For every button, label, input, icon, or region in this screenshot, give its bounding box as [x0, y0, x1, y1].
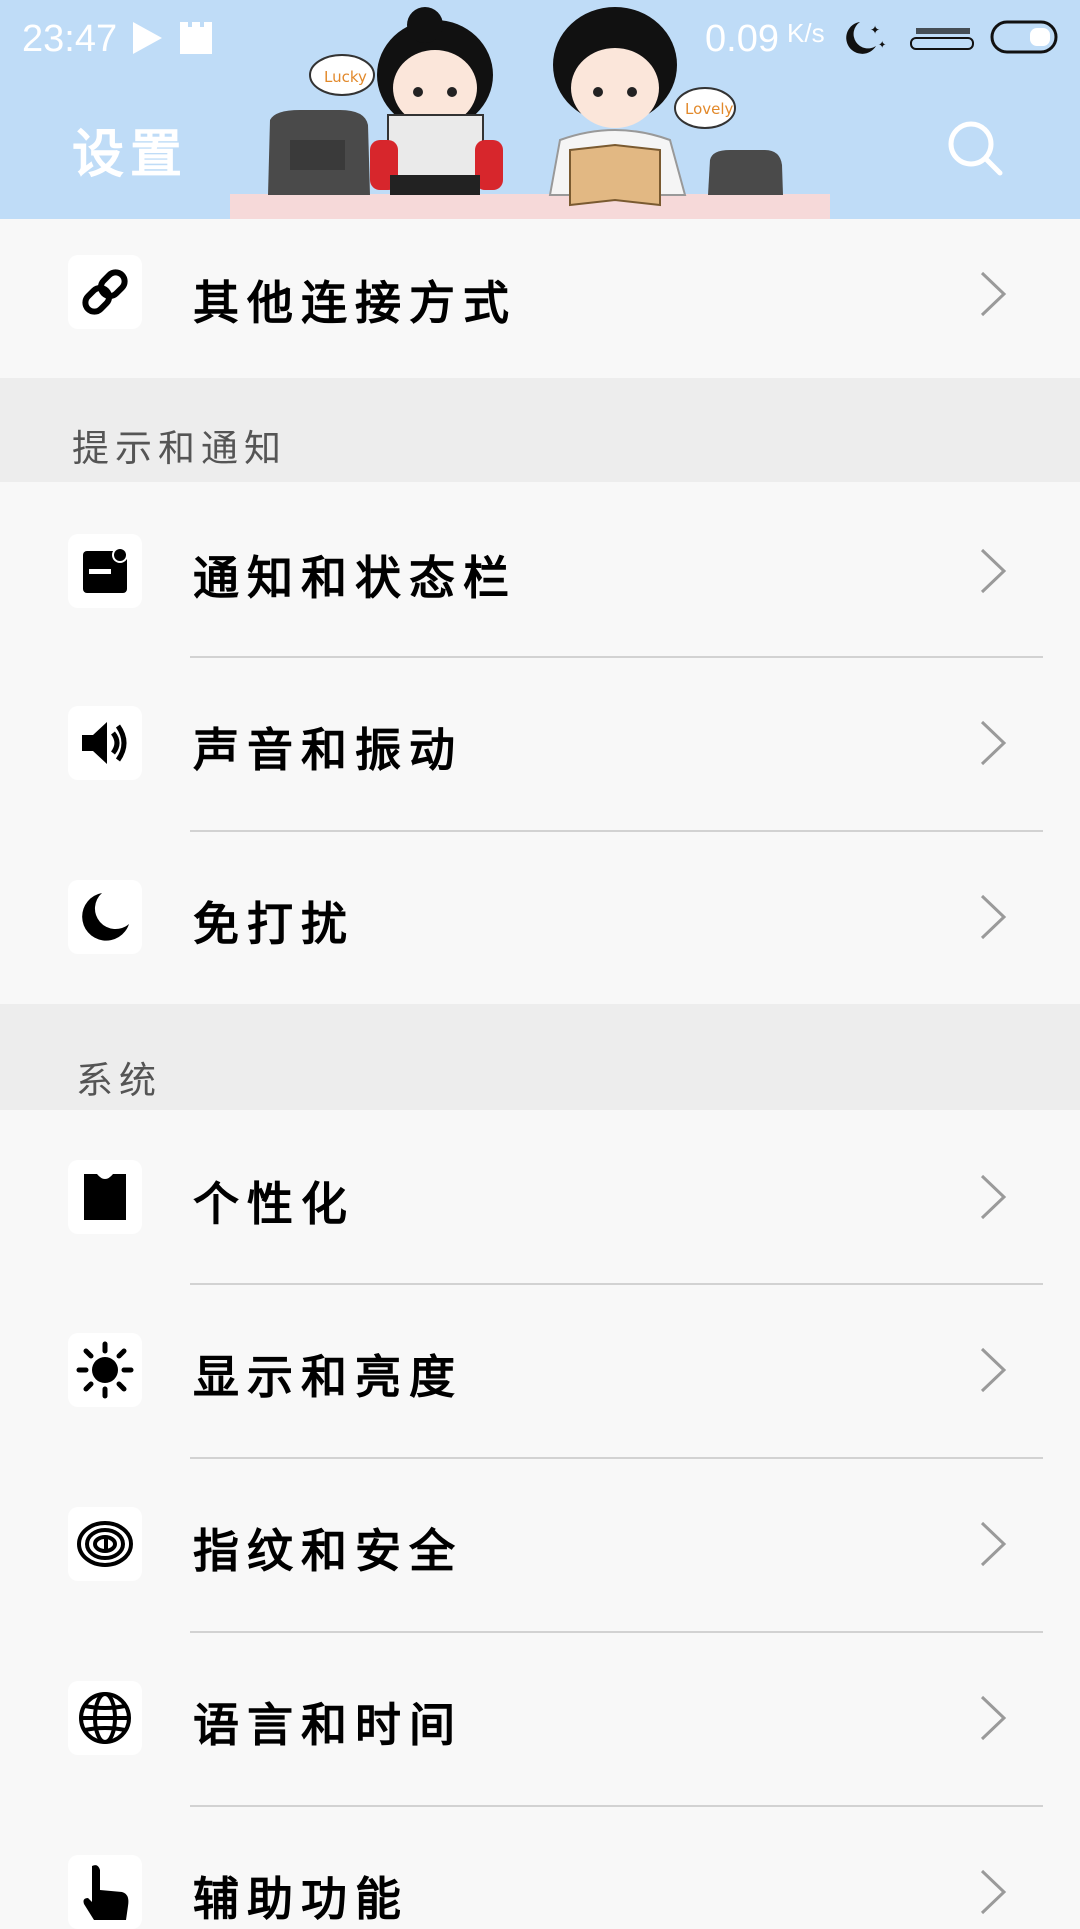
row-display[interactable]: 显示和亮度 — [0, 1285, 1080, 1457]
moon-icon — [68, 880, 142, 954]
row-sound[interactable]: 声音和振动 — [0, 658, 1080, 830]
hand-icon — [68, 1855, 142, 1929]
link-icon — [68, 255, 142, 329]
chevron-right-icon — [980, 1347, 1007, 1393]
section-title-notify: 提示和通知 — [72, 427, 287, 470]
section-header-notify: 提示和通知 — [0, 378, 1080, 482]
chevron-right-icon — [980, 720, 1007, 766]
battery-icon — [990, 20, 1058, 54]
sd-card-icon — [180, 22, 212, 54]
globe-icon — [68, 1681, 142, 1755]
row-label-sound: 声音和振动 — [193, 723, 463, 777]
chevron-right-icon — [980, 894, 1007, 940]
chevron-right-icon — [980, 271, 1007, 317]
row-label-language: 语言和时间 — [193, 1698, 463, 1752]
row-label-personalize: 个性化 — [193, 1177, 355, 1231]
svg-text:✦: ✦ — [870, 23, 880, 37]
page-title: 设置 — [72, 124, 189, 185]
moon-stars-icon: ✦ ✦ — [846, 22, 886, 54]
play-icon — [133, 22, 162, 54]
row-label-accessibility: 辅助功能 — [193, 1872, 409, 1926]
status-time: 23:47 — [22, 18, 118, 60]
row-label-fingerprint: 指纹和安全 — [193, 1524, 463, 1578]
section-header-system: 系统 — [0, 1004, 1080, 1110]
lovely-bubble-text: Lovely — [685, 100, 734, 118]
net-speed-unit: K/s — [787, 18, 825, 48]
row-personalize[interactable]: 个性化 — [0, 1110, 1080, 1284]
sun-icon — [68, 1333, 142, 1407]
header: Lucky Lovely 23:47 0.09 K/s ✦ ✦ 设置 — [0, 0, 1080, 219]
chevron-right-icon — [980, 1174, 1007, 1220]
chevron-right-icon — [980, 1869, 1007, 1915]
chevron-right-icon — [980, 548, 1007, 594]
speaker-icon — [68, 706, 142, 780]
row-label-dnd: 免打扰 — [193, 897, 355, 951]
search-icon[interactable] — [945, 118, 1005, 178]
shirt-icon — [68, 1160, 142, 1234]
status-bar: 23:47 0.09 K/s ✦ ✦ — [0, 0, 1080, 78]
net-speed-value: 0.09 — [705, 18, 779, 60]
chevron-right-icon — [980, 1521, 1007, 1567]
fingerprint-icon — [68, 1507, 142, 1581]
row-dnd[interactable]: 免打扰 — [0, 832, 1080, 1004]
signal-icon — [910, 28, 974, 50]
row-other-connection[interactable]: 其他连接方式 — [0, 219, 1080, 378]
row-accessibility[interactable]: 辅助功能 — [0, 1807, 1080, 1929]
notification-icon — [68, 534, 142, 608]
row-label-display: 显示和亮度 — [193, 1350, 463, 1404]
row-language[interactable]: 语言和时间 — [0, 1633, 1080, 1805]
row-fingerprint[interactable]: 指纹和安全 — [0, 1459, 1080, 1631]
chevron-right-icon — [980, 1695, 1007, 1741]
row-label-other-connection: 其他连接方式 — [193, 276, 517, 330]
row-notifications[interactable]: 通知和状态栏 — [0, 482, 1080, 658]
svg-text:✦: ✦ — [878, 40, 886, 51]
row-label-notifications: 通知和状态栏 — [193, 551, 517, 605]
section-title-system: 系统 — [76, 1059, 162, 1102]
